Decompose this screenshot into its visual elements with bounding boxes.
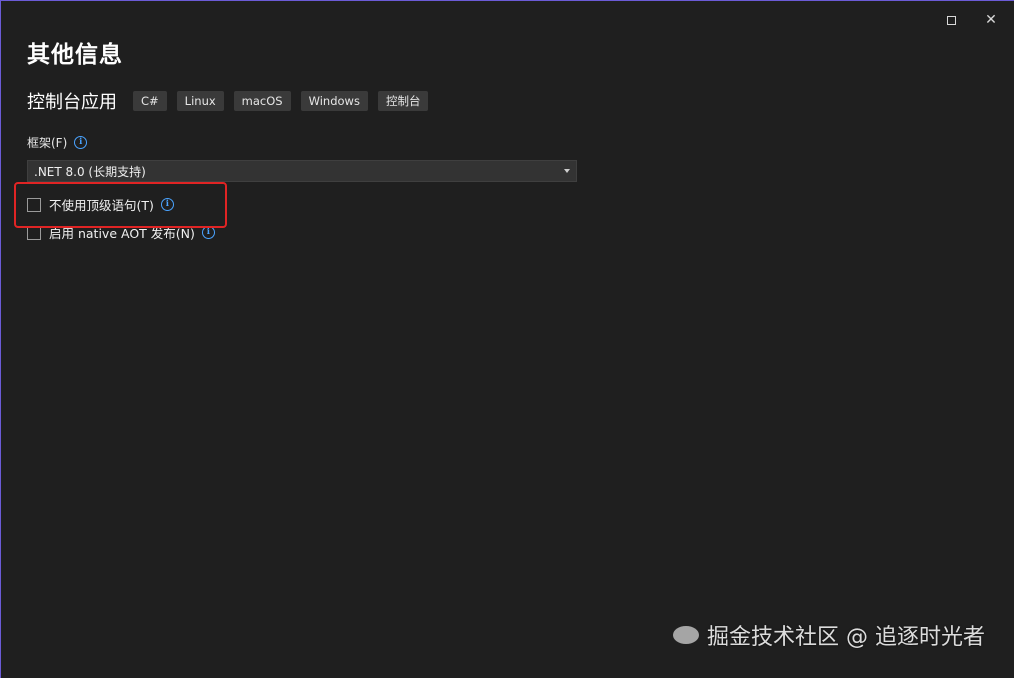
tag-console: 控制台 <box>377 91 429 111</box>
wechat-icon <box>673 626 699 644</box>
page-title: 其他信息 <box>27 42 123 68</box>
framework-label: 框架(F) <box>27 136 68 150</box>
watermark-text: 掘金技术社区 @ 追逐时光者 <box>707 625 985 650</box>
tag-macos: macOS <box>233 91 291 111</box>
chevron-down-icon <box>564 169 570 173</box>
maximize-icon <box>946 15 956 25</box>
close-button[interactable]: ✕ <box>976 7 1006 33</box>
framework-selected-value: .NET 8.0 (长期支持) <box>34 164 146 179</box>
framework-select[interactable]: .NET 8.0 (长期支持) <box>27 160 577 182</box>
window-controls: ✕ <box>936 7 1006 33</box>
dialog-window: ✕ 其他信息 控制台应用 C# Linux macOS Windows 控制台 … <box>0 0 1014 678</box>
tag-windows: Windows <box>300 91 368 111</box>
info-icon[interactable]: i <box>74 136 88 149</box>
watermark: 掘金技术社区 @ 追逐时光者 <box>673 619 985 651</box>
project-row: 控制台应用 C# Linux macOS Windows 控制台 <box>27 88 438 114</box>
close-icon: ✕ <box>985 12 997 28</box>
tag-linux: Linux <box>176 91 224 111</box>
maximize-button[interactable] <box>936 7 966 33</box>
tag-csharp: C# <box>133 91 167 111</box>
highlight-annotation <box>14 182 227 228</box>
project-name: 控制台应用 <box>27 92 117 113</box>
framework-label-row: 框架(F) i <box>27 134 88 151</box>
